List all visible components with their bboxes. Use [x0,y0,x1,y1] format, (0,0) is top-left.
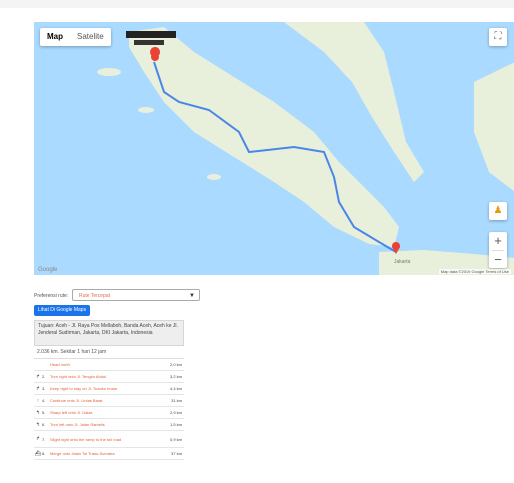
step-instruction: Sharp left onto Jl. Dalas [50,410,93,415]
step-distance: 4,4 km [169,386,182,391]
direction-step[interactable]: ↑ 4. Continue onto Jl. Lintas Barat 31 k… [34,395,184,407]
direction-step[interactable]: ↱ 7. Slight right onto the ramp to the t… [34,431,184,448]
map-type-map[interactable]: Map [40,28,70,46]
step-instruction: Continue onto Jl. Lintas Barat [50,398,103,403]
step-number: 8. [42,451,46,456]
step-distance: 37 km [171,451,182,456]
step-distance: 3,2 km [169,374,182,379]
ferry-icon: ⛴ [34,450,42,457]
fullscreen-icon[interactable]: ⛶ [489,28,507,46]
turn-right-icon: ↱ [35,373,41,380]
direction-step[interactable]: ↰ 5. Sharp left onto Jl. Dalas 2,9 km [34,407,184,419]
step-number: 5. [42,410,46,415]
step-instruction: Head north [50,362,70,367]
turn-left-icon: ↰ [35,421,41,428]
slight-right-icon: ↱ [35,436,41,442]
map-attribution[interactable]: Map data ©2019 Google Terms of Use [438,269,511,274]
step-distance: 2,0 km [169,362,182,367]
step-instruction: Slight right onto the ramp to the toll r… [50,436,122,442]
direction-step[interactable]: Head north 2,0 km [34,359,184,371]
top-bar [0,0,514,8]
map-type-satellite[interactable]: Satelite [70,28,111,46]
destination-label: Jakarta [394,259,411,265]
route-distance: 2.036 km. Sekitar 1 hari 12 jam [37,349,107,355]
step-number: 2. [42,374,46,379]
chevron-down-icon: ▼ [189,293,195,299]
step-number: 4. [42,398,46,403]
route-preference-label: Preferensi rute: [34,293,69,299]
step-distance: 1,5 km [169,422,182,427]
direction-step[interactable]: ↰ 6. Turn left onto Jl. Jalan Ramelis 1,… [34,419,184,431]
directions-steps: Head north 2,0 km ↱ 2. Turn right onto J… [34,358,184,460]
step-number: 3. [42,386,46,391]
step-distance: 2,9 km [169,410,182,415]
step-instruction: Turn right onto Jl. Tengku Abdul [50,374,107,379]
step-instruction: Merge onto Jalan Tol Trans-Sumatra [50,451,115,456]
step-distance: 31 km [171,398,182,403]
step-distance: 0,9 km [169,436,182,442]
direction-step[interactable]: ⛴ 8. Merge onto Jalan Tol Trans-Sumatra … [34,448,184,460]
step-number: 7. [42,436,46,442]
google-logo: Google [38,267,58,273]
map-view[interactable]: Map Satelite ⛶ ♟ + − Jakarta Google Map … [34,22,514,275]
directions-summary: Tujuan: Aceh - Jl. Raya Pos Mellaboh, Ba… [34,320,184,346]
direction-step[interactable]: ↱ 3. Keep right to stay on Jl. Tuanku Im… [34,383,184,395]
step-number: 6. [42,422,46,427]
step-instruction: Keep right to stay on Jl. Tuanku Imam [50,386,118,391]
straight-icon: ↑ [36,397,40,404]
sharp-left-icon: ↰ [35,409,41,416]
step-instruction: Turn left onto Jl. Jalan Ramelis [50,422,105,427]
zoom-control: + − [489,232,507,268]
route-preference-select[interactable]: Rute Tercepat ▼ [72,289,200,301]
zoom-out-button[interactable]: − [489,251,507,269]
direction-step[interactable]: ↱ 2. Turn right onto Jl. Tengku Abdul 3,… [34,371,184,383]
pegman-icon[interactable]: ♟ [489,202,507,220]
zoom-in-button[interactable]: + [489,232,507,250]
map-canvas [34,22,514,275]
route-preference-value: Rute Tercepat [79,293,111,299]
open-in-google-maps-button[interactable]: Lihat Di Google Maps [34,305,91,316]
keep-right-icon: ↱ [35,385,41,392]
directions-panel: Tujuan: Aceh - Jl. Raya Pos Mellaboh, Ba… [34,320,184,460]
map-type-control: Map Satelite [40,28,111,46]
